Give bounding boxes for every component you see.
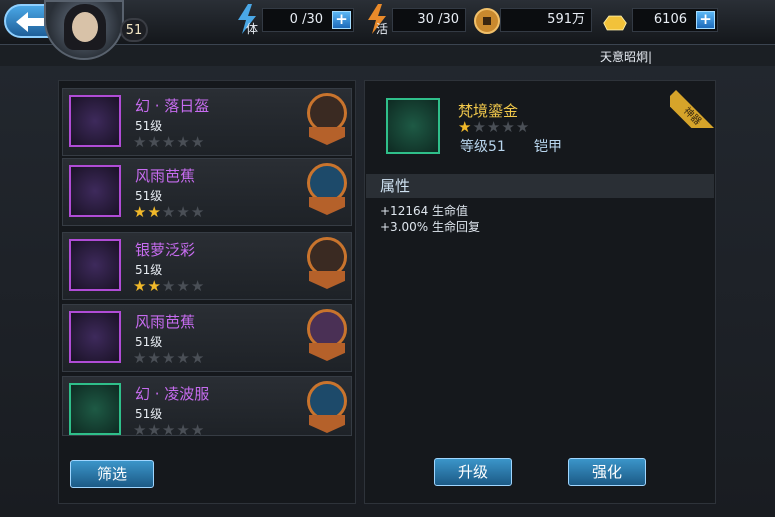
upgrade-button[interactable]: 升级	[434, 458, 512, 486]
item-level: 51级	[135, 335, 163, 349]
star-rating: ★★★★★	[133, 421, 206, 436]
star-rating: ★★★★★	[133, 349, 205, 367]
star-icon: ★	[133, 203, 148, 221]
star-icon: ★	[147, 203, 162, 221]
detail-level: 等级51	[460, 139, 506, 155]
star-rating: ★★★★★	[133, 277, 205, 295]
star-icon: ★	[472, 118, 487, 136]
item-level: 51级	[135, 189, 163, 203]
star-icon: ★	[176, 421, 191, 436]
star-icon: ★	[161, 421, 177, 436]
gold-bar: 6106 +	[632, 8, 718, 32]
gold-ingot-icon	[603, 15, 627, 31]
list-item[interactable]: 幻 · 凌波服 51级 ★★★★★	[62, 376, 352, 436]
banner-icon	[309, 343, 345, 361]
item-name: 银萝泛彩	[135, 241, 196, 259]
shield-icon	[69, 239, 121, 291]
player-avatar[interactable]	[44, 0, 124, 60]
fan-icon	[69, 311, 121, 363]
owner-hero-badge	[305, 379, 349, 435]
item-level: 51级	[135, 407, 163, 421]
gold-add-button[interactable]: +	[696, 11, 715, 29]
enhance-button[interactable]: 强化	[568, 458, 646, 486]
item-name: 幻 · 凌波服	[135, 385, 210, 403]
star-icon: ★	[176, 133, 191, 151]
star-icon: ★	[176, 203, 191, 221]
star-icon: ★	[161, 277, 177, 295]
stamina-tag: 体	[246, 22, 259, 36]
gold-value: 6106	[653, 12, 687, 27]
star-icon: ★	[190, 277, 206, 295]
banner-icon	[309, 271, 345, 289]
item-level: 51级	[135, 119, 163, 133]
owner-hero-badge	[305, 307, 349, 363]
top-bar: 51 体 0 /30 + 活 30 /30 591万 6106 +	[0, 0, 775, 60]
fan-icon	[69, 165, 121, 217]
item-name: 风雨芭蕉	[135, 313, 196, 331]
star-icon: ★	[190, 203, 206, 221]
owner-hero-badge	[305, 91, 349, 147]
copper-value: 591万	[547, 12, 585, 27]
stamina-bar: 0 /30 +	[262, 8, 354, 32]
star-icon: ★	[147, 421, 162, 436]
list-item[interactable]: 风雨芭蕉 51级 ★★★★★	[62, 158, 352, 226]
armor-icon	[386, 98, 440, 154]
ribbon-label: 神器	[670, 90, 716, 128]
marquee-text: 天意昭炯|	[600, 50, 653, 64]
banner-icon	[309, 197, 345, 215]
star-rating: ★★★★★	[133, 133, 205, 151]
back-arrow-icon	[16, 12, 44, 32]
star-icon: ★	[515, 118, 531, 136]
star-icon: ★	[458, 118, 473, 136]
helmet-icon	[69, 95, 121, 147]
star-icon: ★	[176, 349, 191, 367]
list-item[interactable]: 幻 · 落日盔 51级 ★★★★★	[62, 88, 352, 156]
owner-hero-badge	[305, 161, 349, 217]
copper-bar: 591万	[500, 8, 592, 32]
star-icon: ★	[133, 349, 148, 367]
star-icon: ★	[501, 118, 516, 136]
banner-icon	[309, 127, 345, 145]
filter-button[interactable]: 筛选	[70, 460, 154, 488]
avatar-face	[72, 12, 98, 42]
detail-type: 铠甲	[534, 139, 562, 155]
star-icon: ★	[190, 349, 206, 367]
star-icon: ★	[161, 133, 177, 151]
stamina-value: 0 /30	[289, 12, 323, 27]
banner-icon	[309, 415, 345, 433]
star-icon: ★	[133, 277, 148, 295]
star-icon: ★	[176, 277, 191, 295]
star-icon: ★	[161, 203, 177, 221]
list-item[interactable]: 风雨芭蕉 51级 ★★★★★	[62, 304, 352, 372]
attribute-line: +3.00% 生命回复	[380, 220, 480, 234]
player-level-badge: 51	[120, 18, 148, 42]
energy-tag: 活	[376, 22, 389, 36]
energy-value: 30 /30	[417, 12, 459, 27]
attributes-header: 属性	[366, 174, 714, 198]
list-item[interactable]: 银萝泛彩 51级 ★★★★★	[62, 232, 352, 300]
star-icon: ★	[147, 277, 162, 295]
item-name: 风雨芭蕉	[135, 167, 196, 185]
star-icon: ★	[133, 133, 148, 151]
item-level: 51级	[135, 263, 163, 277]
star-icon: ★	[190, 421, 206, 436]
coin-icon	[474, 8, 500, 34]
energy-bar: 30 /30	[392, 8, 466, 32]
detail-star-rating: ★★★★★	[458, 118, 530, 136]
star-icon: ★	[486, 118, 502, 136]
star-icon: ★	[190, 133, 206, 151]
attribute-line: +12164 生命值	[380, 204, 469, 218]
star-icon: ★	[147, 133, 162, 151]
owner-hero-badge	[305, 235, 349, 291]
star-icon: ★	[133, 421, 148, 436]
artifact-ribbon: 神器	[670, 82, 716, 128]
star-icon: ★	[147, 349, 162, 367]
star-rating: ★★★★★	[133, 203, 205, 221]
armor-icon	[69, 383, 121, 435]
stamina-add-button[interactable]: +	[332, 11, 351, 29]
item-name: 幻 · 落日盔	[135, 97, 210, 115]
star-icon: ★	[161, 349, 177, 367]
